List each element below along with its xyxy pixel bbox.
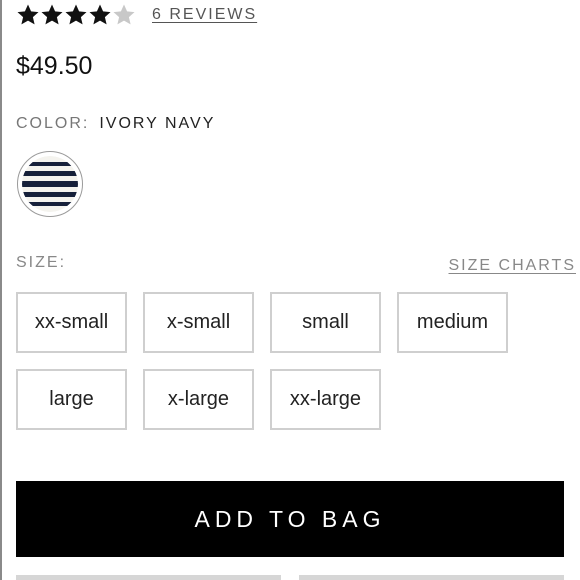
size-option-large[interactable]: large <box>16 369 127 430</box>
size-option-medium[interactable]: medium <box>397 292 508 353</box>
color-swatch[interactable] <box>17 151 83 217</box>
size-label: SIZE: <box>16 254 67 271</box>
size-option-xx-small[interactable]: xx-small <box>16 292 127 353</box>
secondary-button-left[interactable] <box>16 575 281 580</box>
star-icon <box>41 4 63 25</box>
size-row: large x-large xx-large <box>16 369 536 430</box>
size-option-x-large[interactable]: x-large <box>143 369 254 430</box>
striped-swatch-icon <box>22 156 78 212</box>
star-rating <box>16 3 136 27</box>
color-value: IVORY NAVY <box>99 115 216 132</box>
color-row: COLOR: IVORY NAVY <box>16 115 215 133</box>
reviews-link[interactable]: 6 REVIEWS <box>152 6 257 24</box>
size-option-xx-large[interactable]: xx-large <box>270 369 381 430</box>
price: $49.50 <box>16 52 93 80</box>
star-empty-icon <box>113 4 135 25</box>
star-icon <box>65 4 87 25</box>
rating-row: 6 REVIEWS <box>16 2 257 28</box>
secondary-button-right[interactable] <box>299 575 564 580</box>
size-row: xx-small x-small small medium <box>16 292 536 353</box>
add-to-bag-button[interactable]: ADD TO BAG <box>16 481 564 557</box>
left-border <box>0 0 2 580</box>
star-icon <box>89 4 111 25</box>
color-label: COLOR: <box>16 115 90 132</box>
size-charts-link[interactable]: SIZE CHARTS <box>449 257 577 275</box>
star-icon <box>17 4 39 25</box>
size-option-x-small[interactable]: x-small <box>143 292 254 353</box>
size-options: xx-small x-small small medium large x-la… <box>16 292 536 446</box>
size-option-small[interactable]: small <box>270 292 381 353</box>
